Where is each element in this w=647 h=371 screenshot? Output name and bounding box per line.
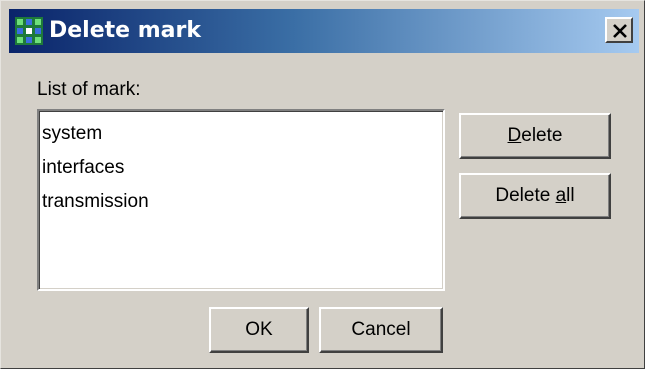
ok-button[interactable]: OK xyxy=(209,307,309,353)
cancel-button[interactable]: Cancel xyxy=(319,307,443,353)
list-item[interactable]: interfaces xyxy=(42,151,149,185)
delete-all-label-post: ll xyxy=(566,185,575,206)
delete-button[interactable]: Delete xyxy=(459,113,611,159)
mark-list: system interfaces transmission xyxy=(42,117,149,219)
title-bar[interactable]: Delete mark xyxy=(9,9,639,53)
delete-all-label-pre: Delete xyxy=(495,185,556,206)
delete-label-post: elete xyxy=(521,125,563,146)
delete-label-mnemonic: D xyxy=(507,125,522,146)
close-icon xyxy=(613,24,627,38)
delete-mark-dialog: Delete mark List of mark: system interfac… xyxy=(0,0,645,369)
mark-listbox[interactable]: system interfaces transmission xyxy=(37,109,445,291)
list-item[interactable]: transmission xyxy=(42,185,149,219)
delete-all-label-mnemonic: a xyxy=(555,185,567,206)
list-item[interactable]: system xyxy=(42,117,149,151)
app-icon xyxy=(15,17,43,45)
window-title: Delete mark xyxy=(49,18,201,43)
delete-all-button[interactable]: Delete all xyxy=(459,173,611,219)
close-button[interactable] xyxy=(605,17,633,43)
list-label: List of mark: xyxy=(37,79,141,100)
